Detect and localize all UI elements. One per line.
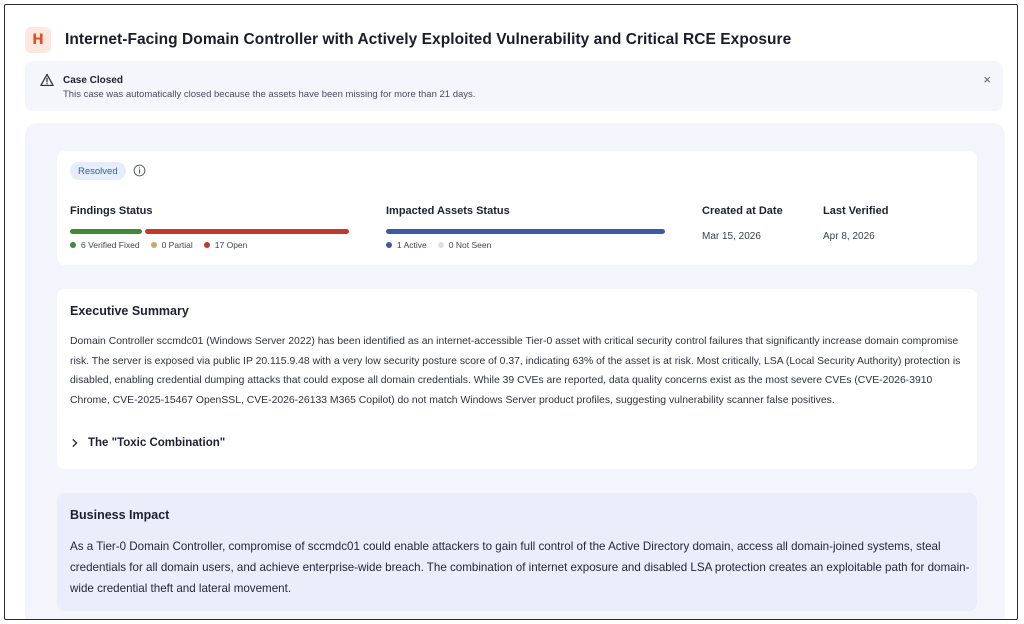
- assets-legend-item: 1 Active: [386, 240, 427, 250]
- findings-status-label: Findings Status: [70, 205, 153, 217]
- findings-status-bar: [70, 229, 349, 234]
- business-impact-card: Business Impact As a Tier-0 Domain Contr…: [57, 493, 977, 611]
- legend-dot-icon: [386, 242, 392, 248]
- brand-logo-icon: H: [25, 27, 51, 53]
- last-verified-value: Apr 8, 2026: [823, 231, 875, 242]
- findings-legend-item: 0 Partial: [150, 240, 193, 250]
- legend-label: 1 Active: [397, 240, 427, 250]
- assets-bar-segment: [386, 229, 665, 234]
- case-closed-banner: Case Closed This case was automatically …: [25, 61, 1003, 111]
- legend-label: 6 Verified Fixed: [81, 240, 140, 250]
- legend-dot-icon: [150, 242, 157, 248]
- executive-summary-text: Domain Controller sccmdc01 (Windows Serv…: [70, 336, 961, 406]
- legend-label: 0 Not Seen: [448, 240, 492, 250]
- banner-message: This case was automatically closed becau…: [63, 89, 476, 100]
- findings-bar-segment: [70, 229, 142, 234]
- executive-summary-card: Executive Summary Domain Controller sccm…: [57, 289, 977, 469]
- executive-summary-title: Executive Summary: [70, 304, 189, 318]
- created-at-date-label: Created at Date: [702, 205, 783, 217]
- case-details-panel: Resolved Findings Status 6 Verified Fixe…: [25, 123, 1005, 619]
- findings-legend-item: 6 Verified Fixed: [70, 240, 140, 250]
- chevron-right-icon: [72, 439, 78, 447]
- status-badge: Resolved: [70, 162, 126, 180]
- info-icon[interactable]: [133, 164, 146, 177]
- assets-legend-item: 0 Not Seen: [437, 240, 492, 250]
- status-card: Resolved Findings Status 6 Verified Fixe…: [57, 151, 977, 265]
- legend-dot-icon: [203, 242, 210, 248]
- warning-icon: [40, 73, 54, 87]
- toxic-combination-toggle[interactable]: The "Toxic Combination": [70, 437, 225, 449]
- legend-label: 0 Partial: [161, 240, 193, 250]
- page-header: H Internet-Facing Domain Controller with…: [25, 23, 791, 57]
- business-impact-text: As a Tier-0 Domain Controller, compromis…: [70, 540, 970, 595]
- close-icon[interactable]: ×: [983, 72, 991, 87]
- toxic-combination-label: The "Toxic Combination": [88, 437, 226, 449]
- findings-bar-segment: [145, 229, 349, 234]
- impacted-assets-status-legend: 1 Active 0 Not Seen: [386, 240, 502, 250]
- app-frame: H Internet-Facing Domain Controller with…: [4, 4, 1018, 620]
- legend-dot-icon: [70, 242, 76, 248]
- banner-title: Case Closed: [63, 75, 124, 86]
- findings-status-legend: 6 Verified Fixed 0 Partial 17 Open: [70, 240, 258, 250]
- business-impact-title: Business Impact: [70, 508, 170, 522]
- page-title: Internet-Facing Domain Controller with A…: [65, 31, 792, 48]
- findings-legend-item: 17 Open: [203, 240, 248, 250]
- impacted-assets-status-label: Impacted Assets Status: [386, 205, 510, 217]
- impacted-assets-status-bar: [386, 229, 665, 234]
- last-verified-label: Last Verified: [823, 205, 889, 217]
- created-at-date-value: Mar 15, 2026: [702, 231, 761, 242]
- legend-label: 17 Open: [214, 240, 248, 250]
- legend-dot-icon: [437, 242, 444, 248]
